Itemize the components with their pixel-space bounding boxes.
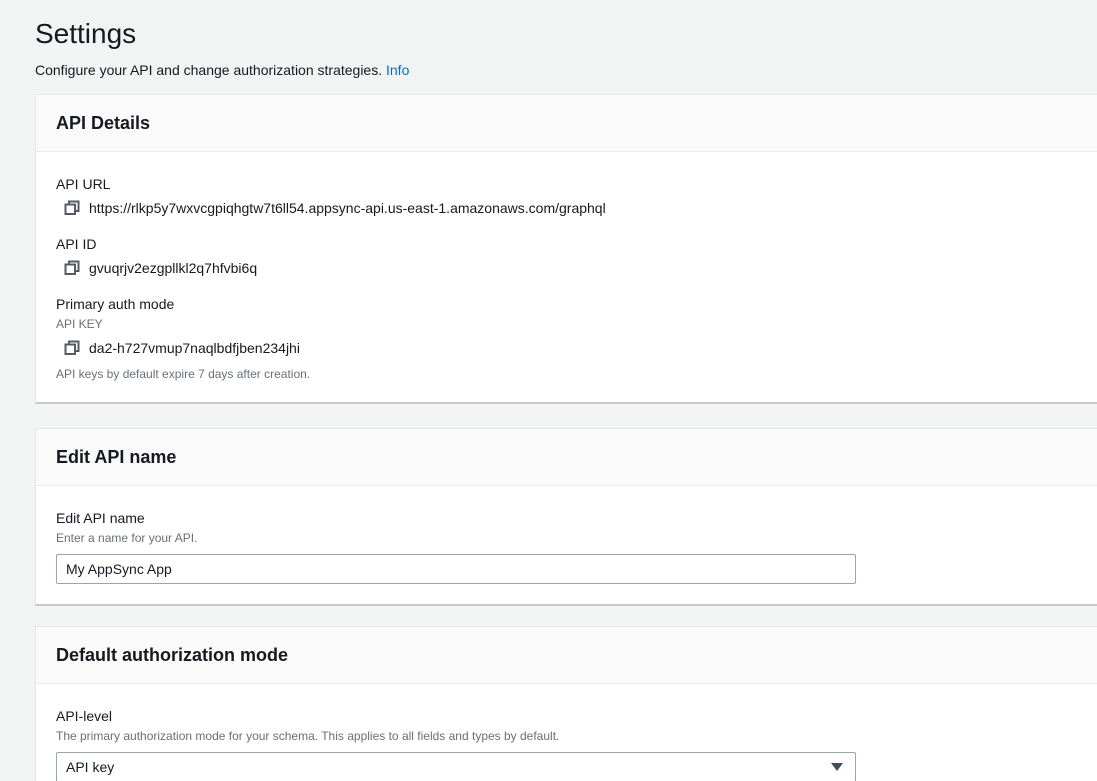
api-details-header: API Details (36, 95, 1097, 152)
api-id-row: gvuqrjv2ezgpllkl2q7hfvbi6q (56, 258, 1077, 278)
edit-api-name-body: Edit API name Enter a name for your API. (36, 486, 1097, 604)
copy-api-id-button[interactable] (64, 260, 80, 276)
api-name-field-description: Enter a name for your API. (56, 530, 1077, 546)
default-auth-mode-card: Default authorization mode API-level The… (35, 626, 1097, 781)
default-auth-mode-header: Default authorization mode (36, 627, 1097, 684)
info-link[interactable]: Info (386, 62, 409, 78)
primary-auth-type: API KEY (56, 316, 1077, 332)
copy-api-url-button[interactable] (64, 200, 80, 216)
edit-api-name-card: Edit API name Edit API name Enter a name… (35, 428, 1097, 606)
edit-api-name-header: Edit API name (36, 429, 1097, 486)
api-level-label: API-level (56, 706, 1077, 726)
page-subtitle-text: Configure your API and change authorizat… (35, 62, 382, 78)
copy-icon (64, 260, 80, 276)
caret-down-icon (831, 763, 843, 771)
copy-api-key-button[interactable] (64, 340, 80, 356)
api-name-input[interactable] (56, 554, 856, 584)
api-name-field-label: Edit API name (56, 508, 1077, 528)
page-subtitle: Configure your API and change authorizat… (35, 60, 1097, 80)
api-url-row: https://rlkp5y7wxvcgpiqhgtw7t6ll54.appsy… (56, 198, 1077, 218)
settings-page: Settings Configure your API and change a… (0, 0, 1097, 781)
primary-auth-mode-label: Primary auth mode (56, 294, 1077, 314)
api-url-value: https://rlkp5y7wxvcgpiqhgtw7t6ll54.appsy… (89, 198, 606, 218)
api-key-expiry-note: API keys by default expire 7 days after … (56, 366, 1077, 382)
api-key-row: da2-h727vmup7naqlbdfjben234jhi (56, 338, 1077, 358)
auth-mode-selected-value: API key (66, 759, 114, 775)
api-id-value: gvuqrjv2ezgpllkl2q7hfvbi6q (89, 258, 257, 278)
auth-mode-select[interactable]: API key (56, 752, 856, 781)
api-level-description: The primary authorization mode for your … (56, 728, 1077, 744)
default-auth-mode-title: Default authorization mode (56, 643, 1077, 667)
api-key-value: da2-h727vmup7naqlbdfjben234jhi (89, 338, 300, 358)
copy-icon (64, 340, 80, 356)
api-details-body: API URL https://rlkp5y7wxvcgpiqhgtw7t6ll… (36, 152, 1097, 402)
page-title: Settings (35, 16, 1097, 52)
default-auth-mode-body: API-level The primary authorization mode… (36, 684, 1097, 781)
api-id-label: API ID (56, 234, 1077, 254)
api-url-label: API URL (56, 174, 1077, 194)
api-details-card: API Details API URL https://rlkp5y7wxvcg… (35, 94, 1097, 404)
copy-icon (64, 200, 80, 216)
edit-api-name-title: Edit API name (56, 445, 1077, 469)
api-details-title: API Details (56, 111, 1077, 135)
